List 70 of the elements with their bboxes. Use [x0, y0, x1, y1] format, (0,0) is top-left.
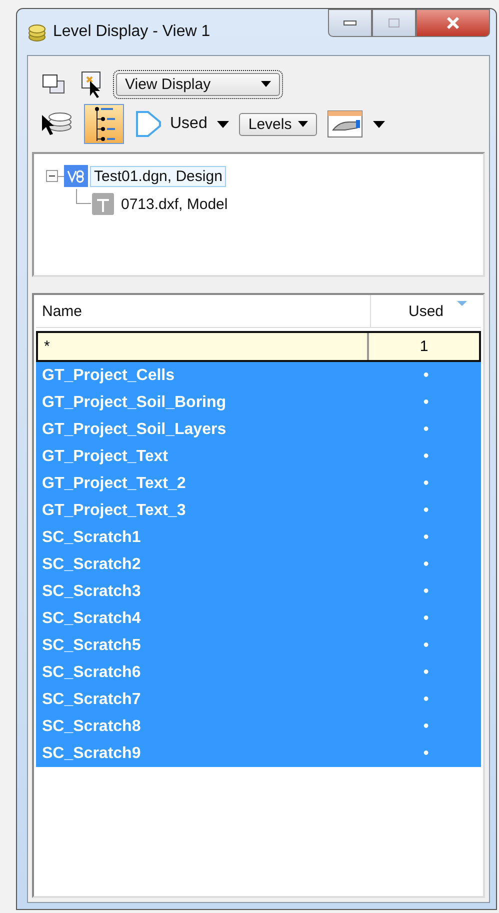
maximize-button[interactable] — [372, 9, 416, 37]
level-name: SC_Scratch6 — [41, 664, 142, 682]
level-name: GT_Project_Soil_Layers — [41, 420, 228, 438]
level-row[interactable]: GT_Project_Text_3 • — [36, 497, 481, 524]
used-mark: • — [422, 690, 430, 708]
caret-icon[interactable] — [372, 120, 385, 128]
level-row[interactable]: SC_Scratch8 • — [36, 713, 481, 740]
level-name: GT_Project_Text_2 — [41, 474, 187, 492]
used-mark: • — [422, 420, 430, 438]
level-row[interactable]: SC_Scratch7 • — [36, 686, 481, 713]
minimize-button[interactable] — [328, 9, 372, 37]
used-mark: • — [422, 610, 430, 628]
levels-dropdown[interactable]: Levels — [239, 112, 317, 136]
used-mark: • — [422, 502, 430, 520]
hierarchy-button[interactable] — [84, 104, 124, 144]
used-mark: • — [422, 718, 430, 736]
design-file-icon — [64, 165, 88, 187]
model-icon — [91, 192, 115, 216]
level-name: SC_Scratch2 — [41, 556, 142, 574]
used-mark: • — [422, 744, 430, 762]
used-mark: • — [422, 664, 430, 682]
used-mark: • — [422, 582, 430, 600]
filter-icon[interactable] — [134, 109, 164, 139]
level-name: SC_Scratch7 — [41, 690, 142, 708]
column-header[interactable]: Name — [36, 295, 370, 327]
level-row[interactable]: GT_Project_Soil_Layers • — [36, 416, 481, 443]
level-name: SC_Scratch1 — [41, 528, 142, 546]
level-name: GT_Project_Cells — [41, 366, 176, 384]
level-row[interactable]: SC_Scratch9 • — [36, 740, 481, 767]
caret-icon — [261, 81, 271, 87]
level-name: SC_Scratch3 — [41, 582, 142, 600]
tree-item[interactable]: 0713.dxf, Model — [117, 194, 232, 214]
level-name: SC_Scratch5 — [41, 636, 142, 654]
maximize-icon — [387, 17, 401, 29]
used-mark: • — [422, 636, 430, 654]
used-filter-label[interactable]: Used — [170, 115, 208, 133]
level-row[interactable]: GT_Project_Cells • — [36, 362, 481, 389]
level-name: GT_Project_Text_3 — [41, 502, 187, 520]
used-mark: • — [422, 528, 430, 546]
used-mark: • — [422, 448, 430, 466]
hand-image-icon[interactable] — [326, 110, 363, 138]
collapse-icon[interactable] — [46, 170, 58, 182]
level-row[interactable]: SC_Scratch1 • — [36, 524, 481, 551]
level-row[interactable]: SC_Scratch4 • — [36, 605, 481, 632]
caret-icon[interactable] — [217, 120, 230, 128]
used-mark: • — [422, 556, 430, 574]
level-row[interactable]: GT_Project_Soil_Boring • — [36, 389, 481, 416]
level-row[interactable]: GT_Project_Text_2 • — [36, 470, 481, 497]
level-row[interactable]: SC_Scratch5 • — [36, 632, 481, 659]
minimize-icon — [343, 20, 357, 26]
caret-icon — [298, 121, 308, 127]
tree-item[interactable]: Test01.dgn, Design — [90, 166, 226, 186]
used-mark: • — [422, 474, 430, 492]
level-row[interactable]: SC_Scratch2 • — [36, 551, 481, 578]
level-name: GT_Project_Text — [41, 448, 169, 466]
close-button[interactable] — [416, 9, 490, 37]
used-mark: • — [422, 394, 430, 412]
level-name: GT_Project_Soil_Boring — [41, 394, 228, 412]
level-name: SC_Scratch9 — [41, 744, 142, 762]
column-header[interactable]: Used — [370, 295, 481, 327]
level-row[interactable]: SC_Scratch3 • — [36, 578, 481, 605]
level-row[interactable]: SC_Scratch6 • — [36, 659, 481, 686]
close-icon — [445, 16, 461, 30]
sort-icon — [457, 301, 467, 306]
layers-icon — [27, 24, 47, 42]
level-name: SC_Scratch4 — [41, 610, 142, 628]
used-mark: • — [422, 366, 430, 384]
level-row[interactable]: GT_Project_Text • — [36, 443, 481, 470]
level-name: SC_Scratch8 — [41, 718, 142, 736]
window-title: Level Display - View 1 — [53, 23, 210, 41]
